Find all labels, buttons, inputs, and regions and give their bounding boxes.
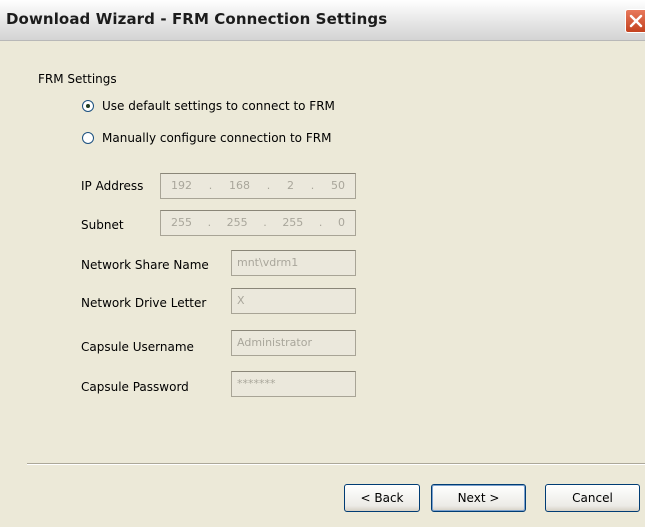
radio-button-selected[interactable] — [82, 100, 94, 112]
subnet-field[interactable]: 255 . 255 . 255 . 0 — [160, 210, 356, 236]
capsule-password-label: Capsule Password — [81, 380, 189, 394]
next-button[interactable]: Next > — [431, 484, 526, 512]
group-label: FRM Settings — [38, 72, 117, 86]
network-share-label: Network Share Name — [81, 258, 209, 272]
window-title: Download Wizard - FRM Connection Setting… — [6, 10, 388, 28]
ip-octet: 2 — [287, 179, 294, 192]
close-button[interactable] — [625, 9, 645, 33]
radio-manual[interactable]: Manually configure connection to FRM — [82, 131, 331, 145]
subnet-octet: 255 — [282, 216, 304, 229]
ip-dot: . — [266, 179, 271, 192]
subnet-dot: . — [263, 216, 267, 229]
network-drive-field[interactable]: X — [231, 288, 356, 314]
capsule-username-label: Capsule Username — [81, 340, 194, 354]
radio-button[interactable] — [82, 132, 94, 144]
subnet-octet: 255 — [171, 216, 192, 229]
network-drive-label: Network Drive Letter — [81, 296, 207, 310]
radio-use-default[interactable]: Use default settings to connect to FRM — [82, 99, 335, 113]
ip-octet: 192 — [171, 179, 192, 192]
ip-address-field[interactable]: 192 . 168 . 2 . 50 — [160, 173, 356, 199]
ip-address-label: IP Address — [81, 179, 144, 193]
divider — [27, 463, 645, 465]
ip-dot: . — [310, 179, 315, 192]
ip-dot: . — [208, 179, 213, 192]
close-icon — [629, 14, 643, 28]
subnet-octet: 255 — [226, 216, 248, 229]
radio-label: Use default settings to connect to FRM — [102, 99, 335, 113]
subnet-dot: . — [318, 216, 323, 229]
back-button[interactable]: < Back — [344, 484, 420, 512]
capsule-password-field[interactable]: ******* — [231, 371, 356, 397]
subnet-label: Subnet — [81, 218, 124, 232]
capsule-username-field[interactable]: Administrator — [231, 330, 356, 356]
ip-octet: 168 — [229, 179, 250, 192]
network-share-field[interactable]: mnt\vdrm1 — [231, 250, 356, 276]
cancel-button[interactable]: Cancel — [545, 484, 640, 512]
ip-octet: 50 — [331, 179, 345, 192]
subnet-octet: 0 — [337, 216, 345, 229]
radio-label: Manually configure connection to FRM — [102, 131, 332, 145]
subnet-dot: . — [207, 216, 212, 229]
title-bar: Download Wizard - FRM Connection Setting… — [0, 0, 645, 41]
